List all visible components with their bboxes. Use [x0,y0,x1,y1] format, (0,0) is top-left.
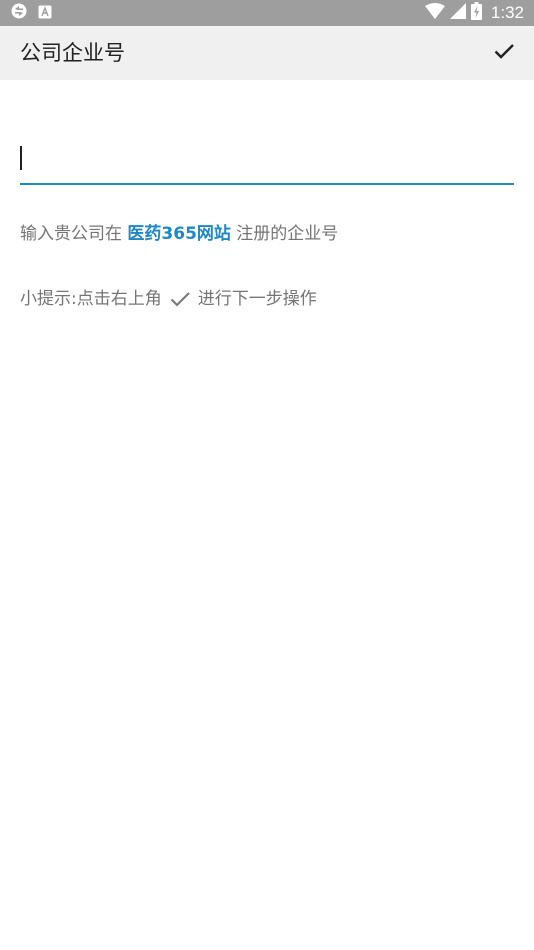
battery-charging-icon [470,2,482,24]
tip-prefix: 小提示:点击右上角 [20,289,162,309]
text-cursor [20,146,22,170]
company-id-input[interactable] [20,138,514,183]
status-left-icons [10,2,52,24]
site-link[interactable]: 医药365网站 [127,224,231,244]
keyboard-a-icon [38,4,52,23]
status-time: 1:32 [490,3,524,22]
check-icon [492,39,516,67]
inline-check-icon [168,287,192,311]
tip-text: 小提示:点击右上角 进行下一步操作 [20,287,317,311]
instruction-suffix: 注册的企业号 [230,224,339,244]
company-id-field-wrapper [20,138,514,185]
wifi-icon [424,3,445,23]
signal-icon [449,3,466,23]
sync-icon [10,2,28,24]
confirm-button[interactable] [488,37,520,69]
status-right-icons: 1:32 [424,0,524,26]
page-title: 公司企业号 [20,41,125,65]
tip-suffix: 进行下一步操作 [197,289,317,309]
app-bar: 公司企业号 [0,26,534,80]
instruction-text: 输入贵公司在 医药365网站 注册的企业号 [20,222,338,246]
status-bar: 1:32 [0,0,534,26]
instruction-prefix: 输入贵公司在 [20,224,128,244]
